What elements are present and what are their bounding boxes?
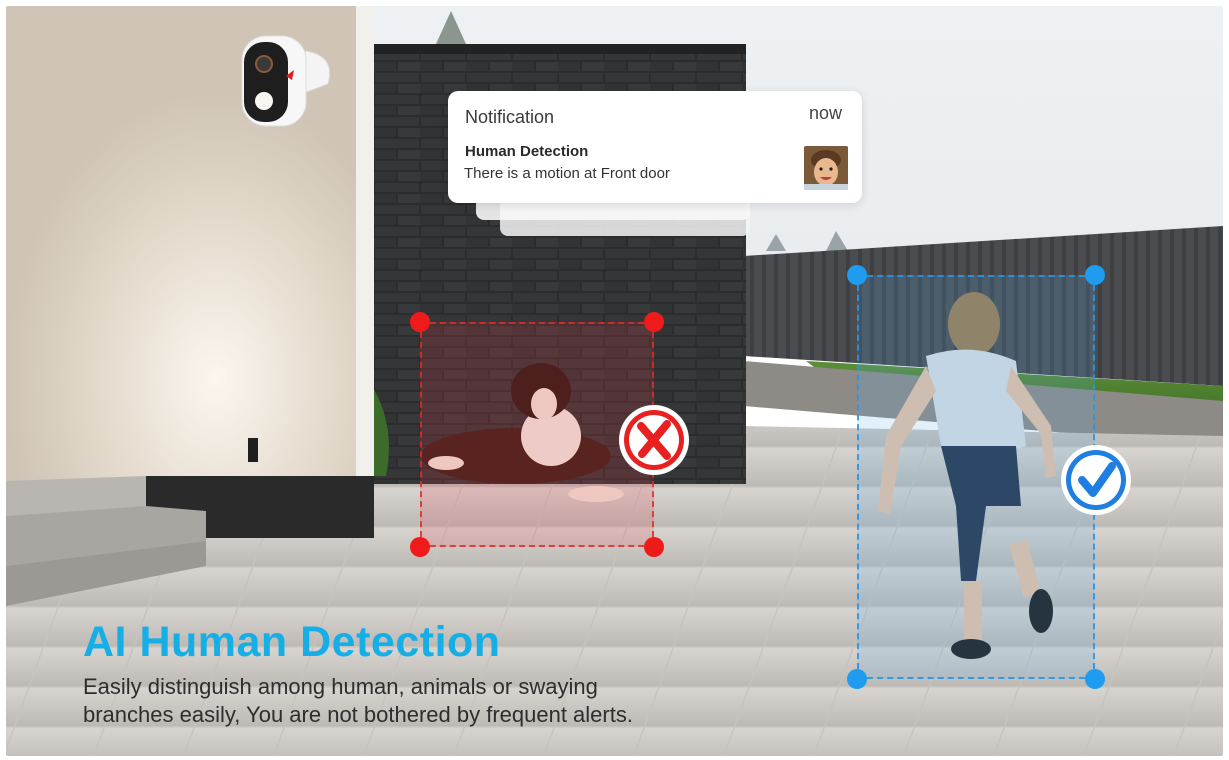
- page-title: AI Human Detection: [83, 618, 501, 666]
- caption-line: Easily distinguish among human, animals …: [83, 674, 598, 699]
- corner-handle: [847, 669, 867, 689]
- notification-message: There is a motion at Front door: [464, 165, 670, 182]
- avatar: [804, 146, 848, 190]
- notification-header: Notification: [465, 107, 555, 127]
- reject-x-icon: [616, 402, 692, 478]
- corner-handle: [1085, 669, 1105, 689]
- product-scene: Notification now Human Detection There i…: [6, 6, 1223, 756]
- accept-check-icon: [1058, 442, 1134, 518]
- corner-handle: [644, 312, 664, 332]
- notification-card[interactable]: Notification now Human Detection There i…: [448, 91, 862, 203]
- caption-body: Easily distinguish among human, animals …: [83, 673, 803, 729]
- corner-handle: [410, 312, 430, 332]
- corner-handle: [644, 537, 664, 557]
- corner-handle: [410, 537, 430, 557]
- corner-handle: [1085, 265, 1105, 285]
- caption-line: branches easily, You are not bothered by…: [83, 702, 633, 727]
- corner-handle: [847, 265, 867, 285]
- notification-time: now: [808, 103, 842, 123]
- notification-title: Human Detection: [465, 143, 589, 160]
